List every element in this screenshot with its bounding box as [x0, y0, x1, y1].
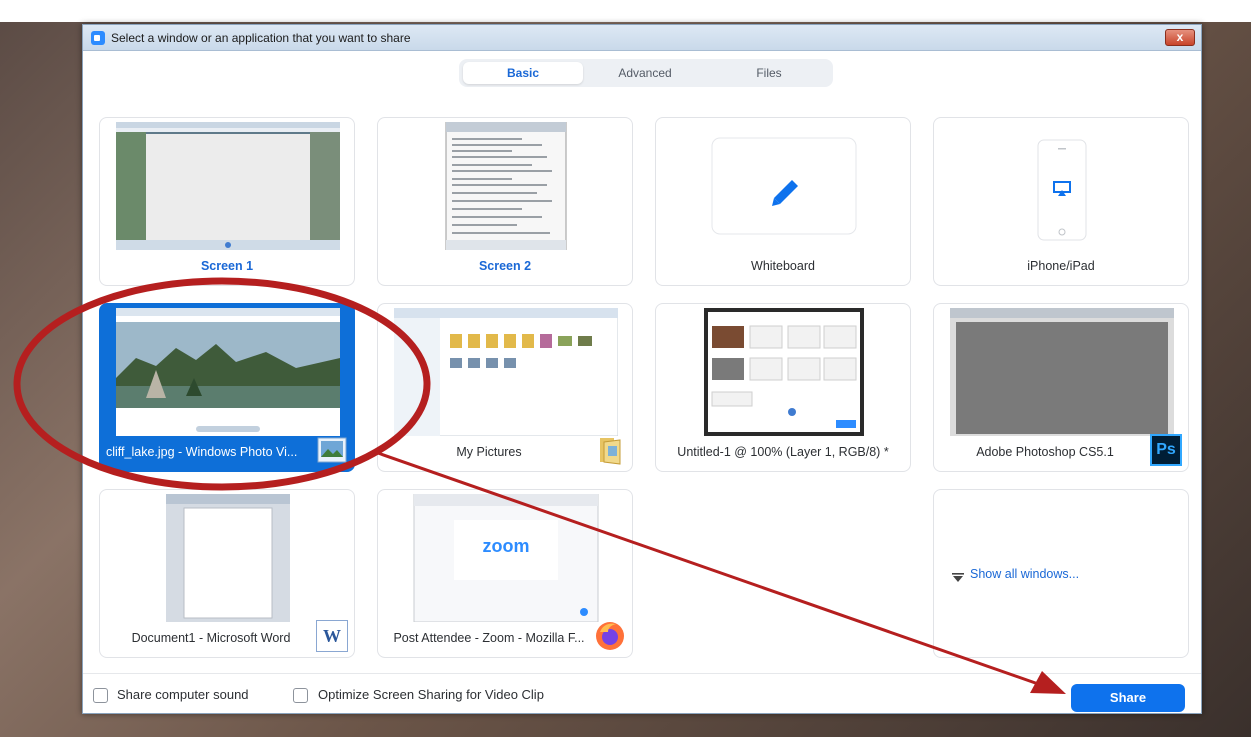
share-tile-untitled[interactable]: Untitled-1 @ 100% (Layer 1, RGB/8) *	[655, 303, 911, 472]
zoom-logo-text: zoom	[482, 536, 530, 556]
tile-label: Whiteboard	[751, 259, 815, 273]
show-all-windows-tile[interactable]: Show all windows...	[933, 489, 1189, 658]
share-computer-sound-label: Share computer sound	[117, 687, 249, 702]
share-tile-firefox[interactable]: zoom Post Attendee - Zoom - Mozilla F...	[377, 489, 633, 658]
document-background-strip	[0, 0, 1251, 22]
share-screen-dialog: Select a window or an application that y…	[82, 24, 1202, 714]
screen-2-thumbnail	[394, 122, 618, 250]
optimize-video-checkbox[interactable]	[293, 688, 308, 703]
iphone-thumbnail	[1037, 139, 1087, 241]
share-button[interactable]: Share	[1071, 684, 1185, 712]
share-tile-screen-1[interactable]: Screen 1	[99, 117, 355, 286]
tile-label: Untitled-1 @ 100% (Layer 1, RGB/8) *	[677, 445, 889, 459]
close-button[interactable]: x	[1165, 29, 1195, 46]
share-tile-photoshop[interactable]: Adobe Photoshop CS5.1 Ps	[933, 303, 1189, 472]
share-computer-sound-checkbox[interactable]	[93, 688, 108, 703]
firefox-icon	[596, 622, 624, 650]
firefox-thumbnail	[413, 494, 599, 622]
my-pictures-thumbnail	[394, 308, 618, 436]
footer-bar: Share computer sound Optimize Screen Sha…	[83, 673, 1201, 714]
tab-bar: Basic Advanced Files	[459, 59, 833, 87]
photo-viewer-icon	[317, 437, 347, 463]
word-thumbnail	[166, 494, 290, 622]
tab-files[interactable]: Files	[709, 62, 829, 84]
photo-viewer-thumbnail	[116, 308, 340, 436]
whiteboard-thumbnail	[711, 137, 857, 235]
folder-icon	[600, 438, 621, 465]
tile-label: iPhone/iPad	[1027, 259, 1095, 273]
tab-advanced[interactable]: Advanced	[585, 62, 705, 84]
title-bar: Select a window or an application that y…	[83, 25, 1201, 51]
dialog-title: Select a window or an application that y…	[111, 31, 411, 45]
tile-label: Screen 1	[200, 259, 254, 273]
word-icon: W	[316, 620, 348, 652]
tile-label: Screen 2	[478, 259, 532, 273]
share-tile-word[interactable]: Document1 - Microsoft Word W	[99, 489, 355, 658]
share-tile-iphone-ipad[interactable]: iPhone/iPad	[933, 117, 1189, 286]
show-all-windows-link[interactable]: Show all windows...	[970, 567, 1079, 581]
share-tile-whiteboard[interactable]: Whiteboard	[655, 117, 911, 286]
empty-tile-slot	[655, 489, 911, 658]
share-tile-my-pictures[interactable]: My Pictures	[377, 303, 633, 472]
tab-basic[interactable]: Basic	[463, 62, 583, 84]
photoshop-icon: Ps	[1150, 434, 1182, 466]
expand-icon	[952, 570, 964, 582]
share-tile-photo-viewer[interactable]: cliff_lake.jpg - Windows Photo Vi...	[99, 303, 355, 472]
photoshop-thumbnail	[950, 308, 1174, 436]
untitled-thumbnail	[704, 308, 864, 436]
share-tile-screen-2[interactable]: Screen 2	[377, 117, 633, 286]
zoom-app-icon	[91, 31, 105, 45]
screen-1-thumbnail	[116, 122, 340, 250]
optimize-video-label: Optimize Screen Sharing for Video Clip	[318, 687, 544, 702]
